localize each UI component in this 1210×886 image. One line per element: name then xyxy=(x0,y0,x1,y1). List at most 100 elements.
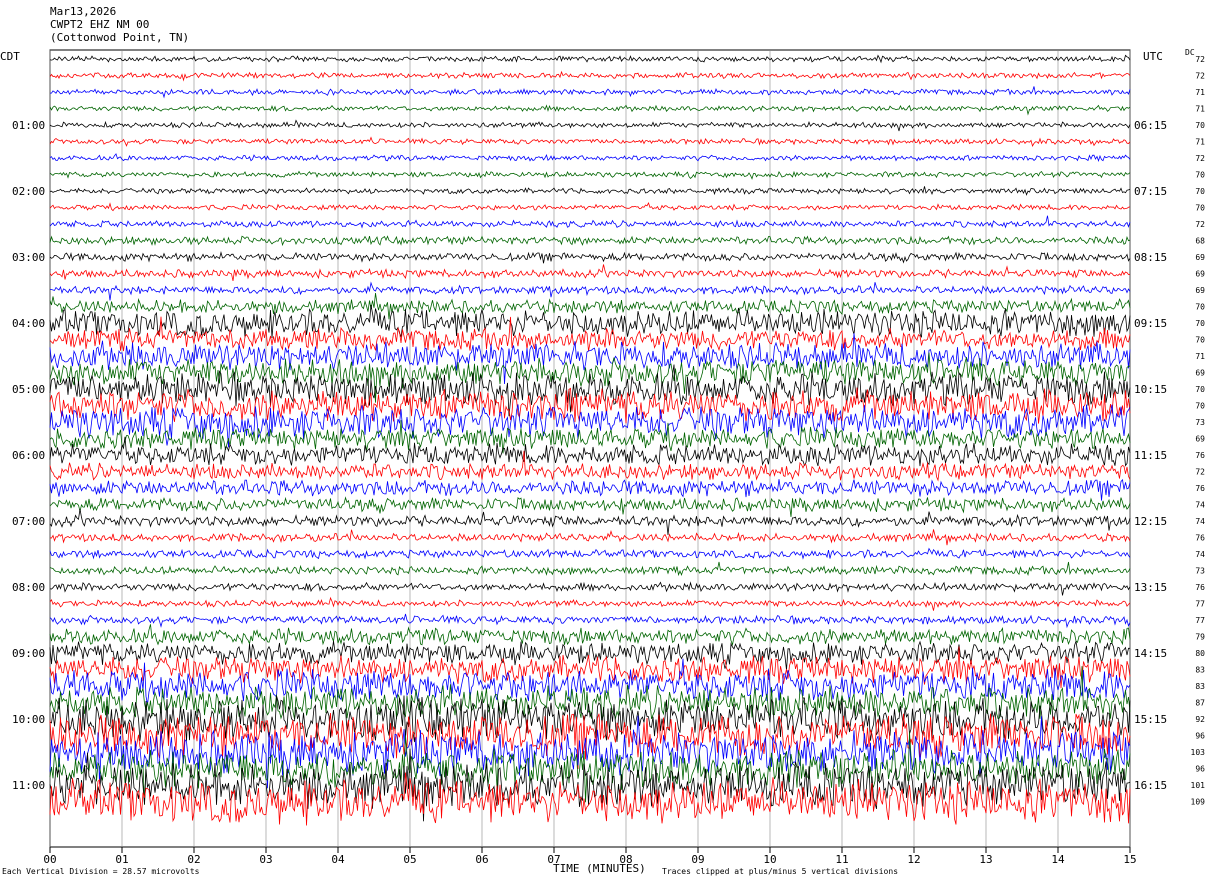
x-axis-title: TIME (MINUTES) xyxy=(553,862,646,875)
scale-note: Each Vertical Division = 28.57 microvolt… xyxy=(2,867,199,876)
clip-note: Traces clipped at plus/minus 5 vertical … xyxy=(662,867,899,876)
dc-offset-label: 74 xyxy=(1195,501,1205,510)
scale-note-value: 28.57 microvolts xyxy=(122,867,200,876)
dc-offset-label: 83 xyxy=(1195,666,1205,675)
trace-line xyxy=(49,561,1131,577)
right-hour-label: 12:15 xyxy=(1134,515,1167,528)
x-tick-label: 01 xyxy=(115,853,128,866)
trace-line xyxy=(49,202,1131,212)
dc-offset-label: 71 xyxy=(1195,138,1205,147)
scale-note-text: Each Vertical Division = xyxy=(2,867,118,876)
trace-line xyxy=(49,170,1131,180)
left-hour-label: 06:00 xyxy=(12,449,45,462)
dc-offset-label: 109 xyxy=(1191,798,1206,807)
dc-offset-label: 72 xyxy=(1195,154,1205,163)
dc-offset-label: 83 xyxy=(1195,682,1205,691)
dc-offset-label: 70 xyxy=(1195,187,1205,196)
left-hour-label: 08:00 xyxy=(12,581,45,594)
left-hour-label: 04:00 xyxy=(12,317,45,330)
x-tick-label: 05 xyxy=(403,853,416,866)
dc-offset-label: 71 xyxy=(1195,105,1205,114)
dc-offset-label: 79 xyxy=(1195,633,1205,642)
trace-line xyxy=(49,581,1131,596)
left-hour-label: 01:00 xyxy=(12,119,45,132)
dc-offset-label: 77 xyxy=(1195,600,1205,609)
dc-offset-label: 68 xyxy=(1195,237,1205,246)
trace-line xyxy=(49,215,1131,229)
dc-offset-label: 70 xyxy=(1195,303,1205,312)
dc-offset-label: 71 xyxy=(1195,352,1205,361)
x-tick-label: 09 xyxy=(691,853,704,866)
trace-line xyxy=(49,613,1131,629)
dc-offset-label: 72 xyxy=(1195,55,1205,64)
trace-line xyxy=(49,186,1131,196)
dc-offset-label: 96 xyxy=(1195,765,1205,774)
dc-offset-label: 69 xyxy=(1195,253,1205,262)
dc-offset-label: 69 xyxy=(1195,435,1205,444)
dc-offset-label: 77 xyxy=(1195,616,1205,625)
trace-line xyxy=(49,529,1131,546)
trace-line xyxy=(49,119,1131,132)
right-hour-label: 09:15 xyxy=(1134,317,1167,330)
dc-offset-label: 101 xyxy=(1191,781,1206,790)
trace-line xyxy=(50,86,1131,99)
right-hour-label: 06:15 xyxy=(1134,119,1167,132)
dc-offset-label: 70 xyxy=(1195,319,1205,328)
left-hour-label: 10:00 xyxy=(12,713,45,726)
trace-line xyxy=(49,316,1131,352)
dc-offset-label: 69 xyxy=(1195,270,1205,279)
dc-offset-label: 70 xyxy=(1195,402,1205,411)
dc-offset-label: 87 xyxy=(1195,699,1205,708)
right-hour-label: 08:15 xyxy=(1134,251,1167,264)
right-hour-label: 15:15 xyxy=(1134,713,1167,726)
left-hour-label: 09:00 xyxy=(12,647,45,660)
trace-line xyxy=(49,496,1131,517)
x-tick-label: 14 xyxy=(1051,853,1065,866)
x-tick-label: 15 xyxy=(1123,853,1136,866)
dc-offset-label: 69 xyxy=(1195,286,1205,295)
trace-line xyxy=(49,624,1131,647)
x-tick-label: 04 xyxy=(331,853,345,866)
dc-offset-label: 70 xyxy=(1195,336,1205,345)
x-tick-label: 10 xyxy=(763,853,776,866)
dc-offset-label: 70 xyxy=(1195,385,1205,394)
dc-offset-label: 74 xyxy=(1195,517,1205,526)
dc-offset-label: 72 xyxy=(1195,220,1205,229)
dc-offset-label: 70 xyxy=(1195,204,1205,213)
x-tick-label: 13 xyxy=(979,853,992,866)
left-hour-label: 07:00 xyxy=(12,515,45,528)
trace-layer xyxy=(49,54,1131,826)
dc-offset-label: 73 xyxy=(1195,567,1205,576)
right-hour-label: 07:15 xyxy=(1134,185,1167,198)
x-tick-label: 12 xyxy=(907,853,920,866)
dc-offset-label: 92 xyxy=(1195,715,1205,724)
dc-offset-label: 76 xyxy=(1195,583,1205,592)
trace-line xyxy=(49,54,1131,64)
dc-offset-label: 70 xyxy=(1195,171,1205,180)
dc-offset-label: 72 xyxy=(1195,468,1205,477)
x-tick-label: 00 xyxy=(43,853,56,866)
dc-offset-label: 74 xyxy=(1195,550,1205,559)
trace-line xyxy=(49,596,1131,611)
dc-offset-label: 96 xyxy=(1195,732,1205,741)
dc-offset-label: 76 xyxy=(1195,534,1205,543)
x-tick-label: 02 xyxy=(187,853,200,866)
left-hour-label: 05:00 xyxy=(12,383,45,396)
trace-line xyxy=(49,420,1131,454)
trace-line xyxy=(49,235,1131,247)
right-hour-label: 16:15 xyxy=(1134,779,1167,792)
trace-line xyxy=(49,251,1131,264)
grid-layer xyxy=(49,49,1131,853)
helicorder-plot: 00 01 02 03 04 05 06 07 08 09 10 11 12 13 14 1572727171… xyxy=(12,49,1206,866)
right-hour-label: 11:15 xyxy=(1134,449,1167,462)
dc-offset-label: 73 xyxy=(1195,418,1205,427)
dc-offset-label: 76 xyxy=(1195,451,1205,460)
trace-line xyxy=(49,136,1131,148)
right-hour-label: 10:15 xyxy=(1134,383,1167,396)
trace-line xyxy=(49,281,1131,301)
left-hour-label: 02:00 xyxy=(12,185,45,198)
trace-line xyxy=(49,547,1131,560)
trace-line xyxy=(49,264,1131,281)
right-hour-label: 14:15 xyxy=(1134,647,1167,660)
left-hour-label: 11:00 xyxy=(12,779,45,792)
